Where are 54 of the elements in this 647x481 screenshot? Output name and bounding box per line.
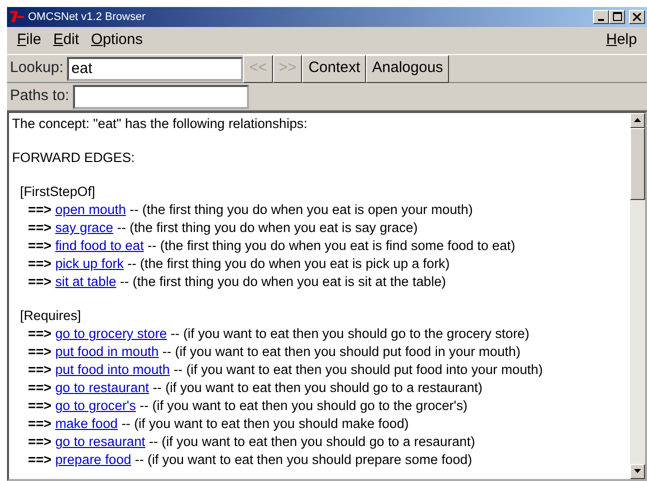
- edge-line: ==> prepare food -- (if you want to eat then you should prepare some food): [27, 451, 474, 469]
- concept-link[interactable]: put food into mouth: [55, 362, 170, 377]
- concept-link[interactable]: put food in mouth: [55, 344, 159, 359]
- close-button[interactable]: [629, 10, 645, 24]
- concept-link[interactable]: pick up fork: [55, 256, 124, 271]
- concept-link[interactable]: make food: [55, 416, 118, 431]
- scrollbar[interactable]: [630, 113, 645, 479]
- app-logo-icon: [9, 11, 25, 23]
- lookup-field[interactable]: eat: [67, 56, 244, 80]
- up-arrow-icon: [634, 118, 641, 122]
- section-heading: FORWARD EDGES:: [12, 149, 136, 167]
- concept-link[interactable]: go to restaurant: [55, 380, 149, 395]
- edge-line: ==> make food -- (if you want to eat then you should make food): [27, 415, 410, 433]
- toolbar-button[interactable]: Context: [302, 54, 366, 82]
- edge-line: ==> say grace -- (the first thing you do when you eat is say grace): [27, 219, 419, 237]
- menu-item[interactable]: File: [11, 29, 48, 52]
- concept-link[interactable]: find food to eat: [55, 238, 144, 253]
- paths-to-label: Paths to:: [10, 86, 70, 106]
- edge-line: ==> find food to eat -- (the first thing you do when you eat is find some food to eat): [27, 237, 516, 255]
- window-title: OMCSNet v1.2 Browser: [28, 10, 146, 25]
- edge-line: ==> go to grocery store -- (if you want to eat then you should go to the grocery store): [27, 325, 530, 343]
- edge-line: ==> put food in mouth -- (if you want to eat then you should put food in your mouth): [27, 343, 522, 361]
- scroll-up-button[interactable]: [630, 113, 645, 128]
- menu-item[interactable]: Options: [85, 29, 149, 52]
- menu-item[interactable]: Edit: [47, 29, 86, 52]
- concept-link[interactable]: sit at table: [55, 274, 116, 289]
- scroll-thumb[interactable]: [630, 128, 645, 200]
- edge-line: ==> sit at table -- (the first thing you do when you eat is sit at the table): [27, 273, 447, 291]
- close-icon: [633, 12, 641, 21]
- toolbar-button[interactable]: Analogous: [366, 54, 450, 82]
- paths-to-field[interactable]: [73, 84, 250, 108]
- maximize-icon: [612, 12, 622, 22]
- maximize-button[interactable]: [609, 10, 625, 24]
- concept-link[interactable]: open mouth: [55, 202, 126, 217]
- edge-line: ==> open mouth -- (the first thing you do when you eat is open your mouth): [27, 201, 474, 219]
- concept-link[interactable]: say grace: [55, 220, 114, 235]
- concept-link[interactable]: go to grocery store: [55, 326, 167, 341]
- down-arrow-icon: [634, 469, 641, 474]
- concept-link[interactable]: prepare food: [55, 452, 132, 467]
- minimize-icon: [598, 19, 604, 22]
- intro-text: The concept: "eat" has the following relationships:: [12, 115, 308, 133]
- edge-line: ==> put food into mouth -- (if you want to eat then you should put food into your mouth): [27, 361, 544, 379]
- relation-name: [Requires]: [19, 307, 82, 325]
- edge-line: ==> pick up fork -- (the first thing you do when you eat is pick up a fork): [27, 255, 451, 273]
- concept-link[interactable]: go to grocer's: [55, 398, 136, 413]
- edge-line: ==> go to resaurant -- (if you want to eat then you should go to a resaurant): [27, 433, 476, 451]
- help-menu[interactable]: Help: [600, 29, 643, 52]
- relation-name: [FirstStepOf]: [19, 183, 96, 201]
- edge-line: ==> go to restaurant -- (if you want to eat then you should go to a restaurant): [27, 379, 484, 397]
- concept-link[interactable]: go to resaurant: [55, 434, 146, 449]
- edge-line: ==> go to grocer's -- (if you want to eat then you should go to the grocer's): [27, 397, 468, 415]
- scroll-down-button[interactable]: [630, 464, 645, 479]
- lookup-label: Lookup:: [10, 58, 64, 78]
- minimize-button[interactable]: [593, 10, 609, 24]
